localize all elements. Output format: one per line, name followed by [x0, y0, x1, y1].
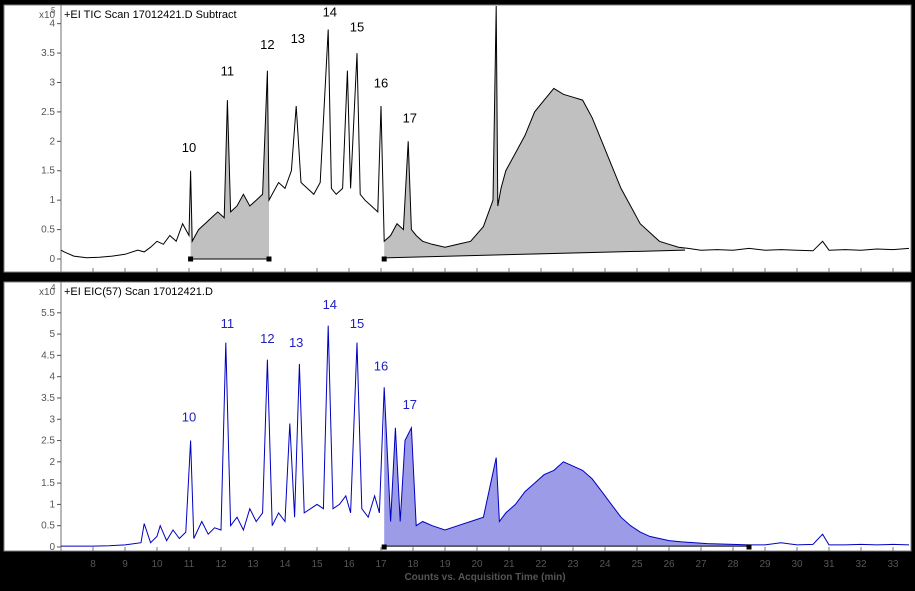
y-tick-label: 2 [49, 457, 55, 468]
x-tick-label: 21 [503, 559, 515, 570]
x-tick-label: 13 [247, 559, 259, 570]
peak-label: 16 [374, 359, 388, 374]
peak-label: 10 [182, 140, 196, 155]
peak-label: 17 [403, 111, 417, 126]
peak-label: 10 [182, 410, 196, 425]
baseline-marker [746, 544, 752, 550]
peak-label: 16 [374, 75, 388, 90]
x-tick-label: 20 [471, 559, 483, 570]
y-tick-label: 1 [49, 499, 55, 510]
y-tick-label: 2.5 [41, 436, 55, 447]
peak-label: 13 [289, 335, 303, 350]
x-tick-label: 26 [663, 559, 675, 570]
x-tick-label: 31 [823, 559, 835, 570]
x-tick-label: 33 [887, 559, 899, 570]
x-tick-label: 17 [375, 559, 387, 570]
y-exponent-label: 5 [51, 6, 56, 15]
x-tick-label: 19 [439, 559, 451, 570]
y-tick-label: 0.5 [41, 521, 55, 532]
eic-panel: 00.511.522.533.544.555.5x104 +EI EIC(57) … [3, 281, 912, 553]
chromatogram-window: 0 0.5 1 1.5 2 2.5 3 3.5 4 x10 5 +EI TIC Scan 170124… [0, 0, 915, 586]
panel-title: +EI TIC Scan 17012421.D Subtract [64, 9, 237, 21]
x-tick-label: 32 [855, 559, 867, 570]
x-tick-label: 18 [407, 559, 419, 570]
x-tick-label: 16 [343, 559, 355, 570]
y-exponent-label: 4 [51, 283, 56, 292]
x-tick-label: 12 [215, 559, 227, 570]
x-tick-label: 11 [184, 559, 195, 570]
y-tick-label: 2 [49, 136, 55, 147]
panel-frame [3, 4, 912, 273]
x-tick-label: 9 [122, 559, 128, 570]
x-tick-label: 30 [791, 559, 803, 570]
peak-label: 12 [260, 331, 274, 346]
peak-label: 14 [323, 297, 337, 312]
x-tick-label: 29 [759, 559, 771, 570]
peak-label: 13 [291, 31, 305, 46]
peak-label: 11 [221, 316, 235, 331]
baseline-marker [188, 256, 194, 262]
y-tick-label: 1 [49, 195, 55, 206]
x-tick-label: 15 [311, 559, 323, 570]
baseline-marker [381, 256, 387, 262]
x-tick-label: 22 [535, 559, 547, 570]
y-tick-label: 1.5 [41, 478, 55, 489]
y-tick-label: 5.5 [41, 308, 55, 319]
x-tick-label: 8 [90, 559, 96, 570]
y-tick-label: 3.5 [41, 393, 55, 404]
peak-label: 15 [350, 316, 364, 331]
y-tick-label: 1.5 [41, 166, 55, 177]
panel-frame [3, 281, 912, 552]
y-tick-label: 0 [49, 542, 55, 553]
y-tick-label: 0.5 [41, 225, 55, 236]
x-tick-label: 24 [599, 559, 611, 570]
x-tick-label: 25 [631, 559, 643, 570]
peak-label: 17 [403, 397, 417, 412]
peak-label: 15 [350, 19, 364, 34]
peak-label: 14 [323, 5, 337, 20]
y-tick-label: 3 [49, 414, 55, 425]
peak-label: 12 [260, 37, 274, 52]
baseline-marker [381, 544, 387, 550]
x-tick-label: 10 [151, 559, 163, 570]
y-tick-label: 0 [49, 254, 55, 265]
y-tick-label: 4.5 [41, 350, 55, 361]
panel-title: +EI EIC(57) Scan 17012421.D [64, 286, 213, 298]
y-tick-label: 3.5 [41, 48, 55, 59]
y-tick-label: 2.5 [41, 107, 55, 118]
x-tick-label: 28 [727, 559, 739, 570]
x-axis-label: Counts vs. Acquisition Time (min) [404, 572, 565, 583]
tic-panel: 00.511.522.533.54x105 +EI TIC Scan 170124… [3, 4, 912, 273]
x-tick-label: 27 [695, 559, 707, 570]
chromatogram-chart: 00.511.522.533.54x105 +EI TIC Scan 170124… [0, 0, 915, 586]
y-tick-label: 3 [49, 77, 55, 88]
x-tick-label: 14 [279, 559, 291, 570]
peak-label: 11 [221, 64, 235, 79]
y-tick-label: 4 [49, 372, 55, 383]
baseline-marker [266, 256, 272, 262]
y-tick-label: 5 [49, 329, 55, 340]
x-tick-label: 23 [567, 559, 579, 570]
